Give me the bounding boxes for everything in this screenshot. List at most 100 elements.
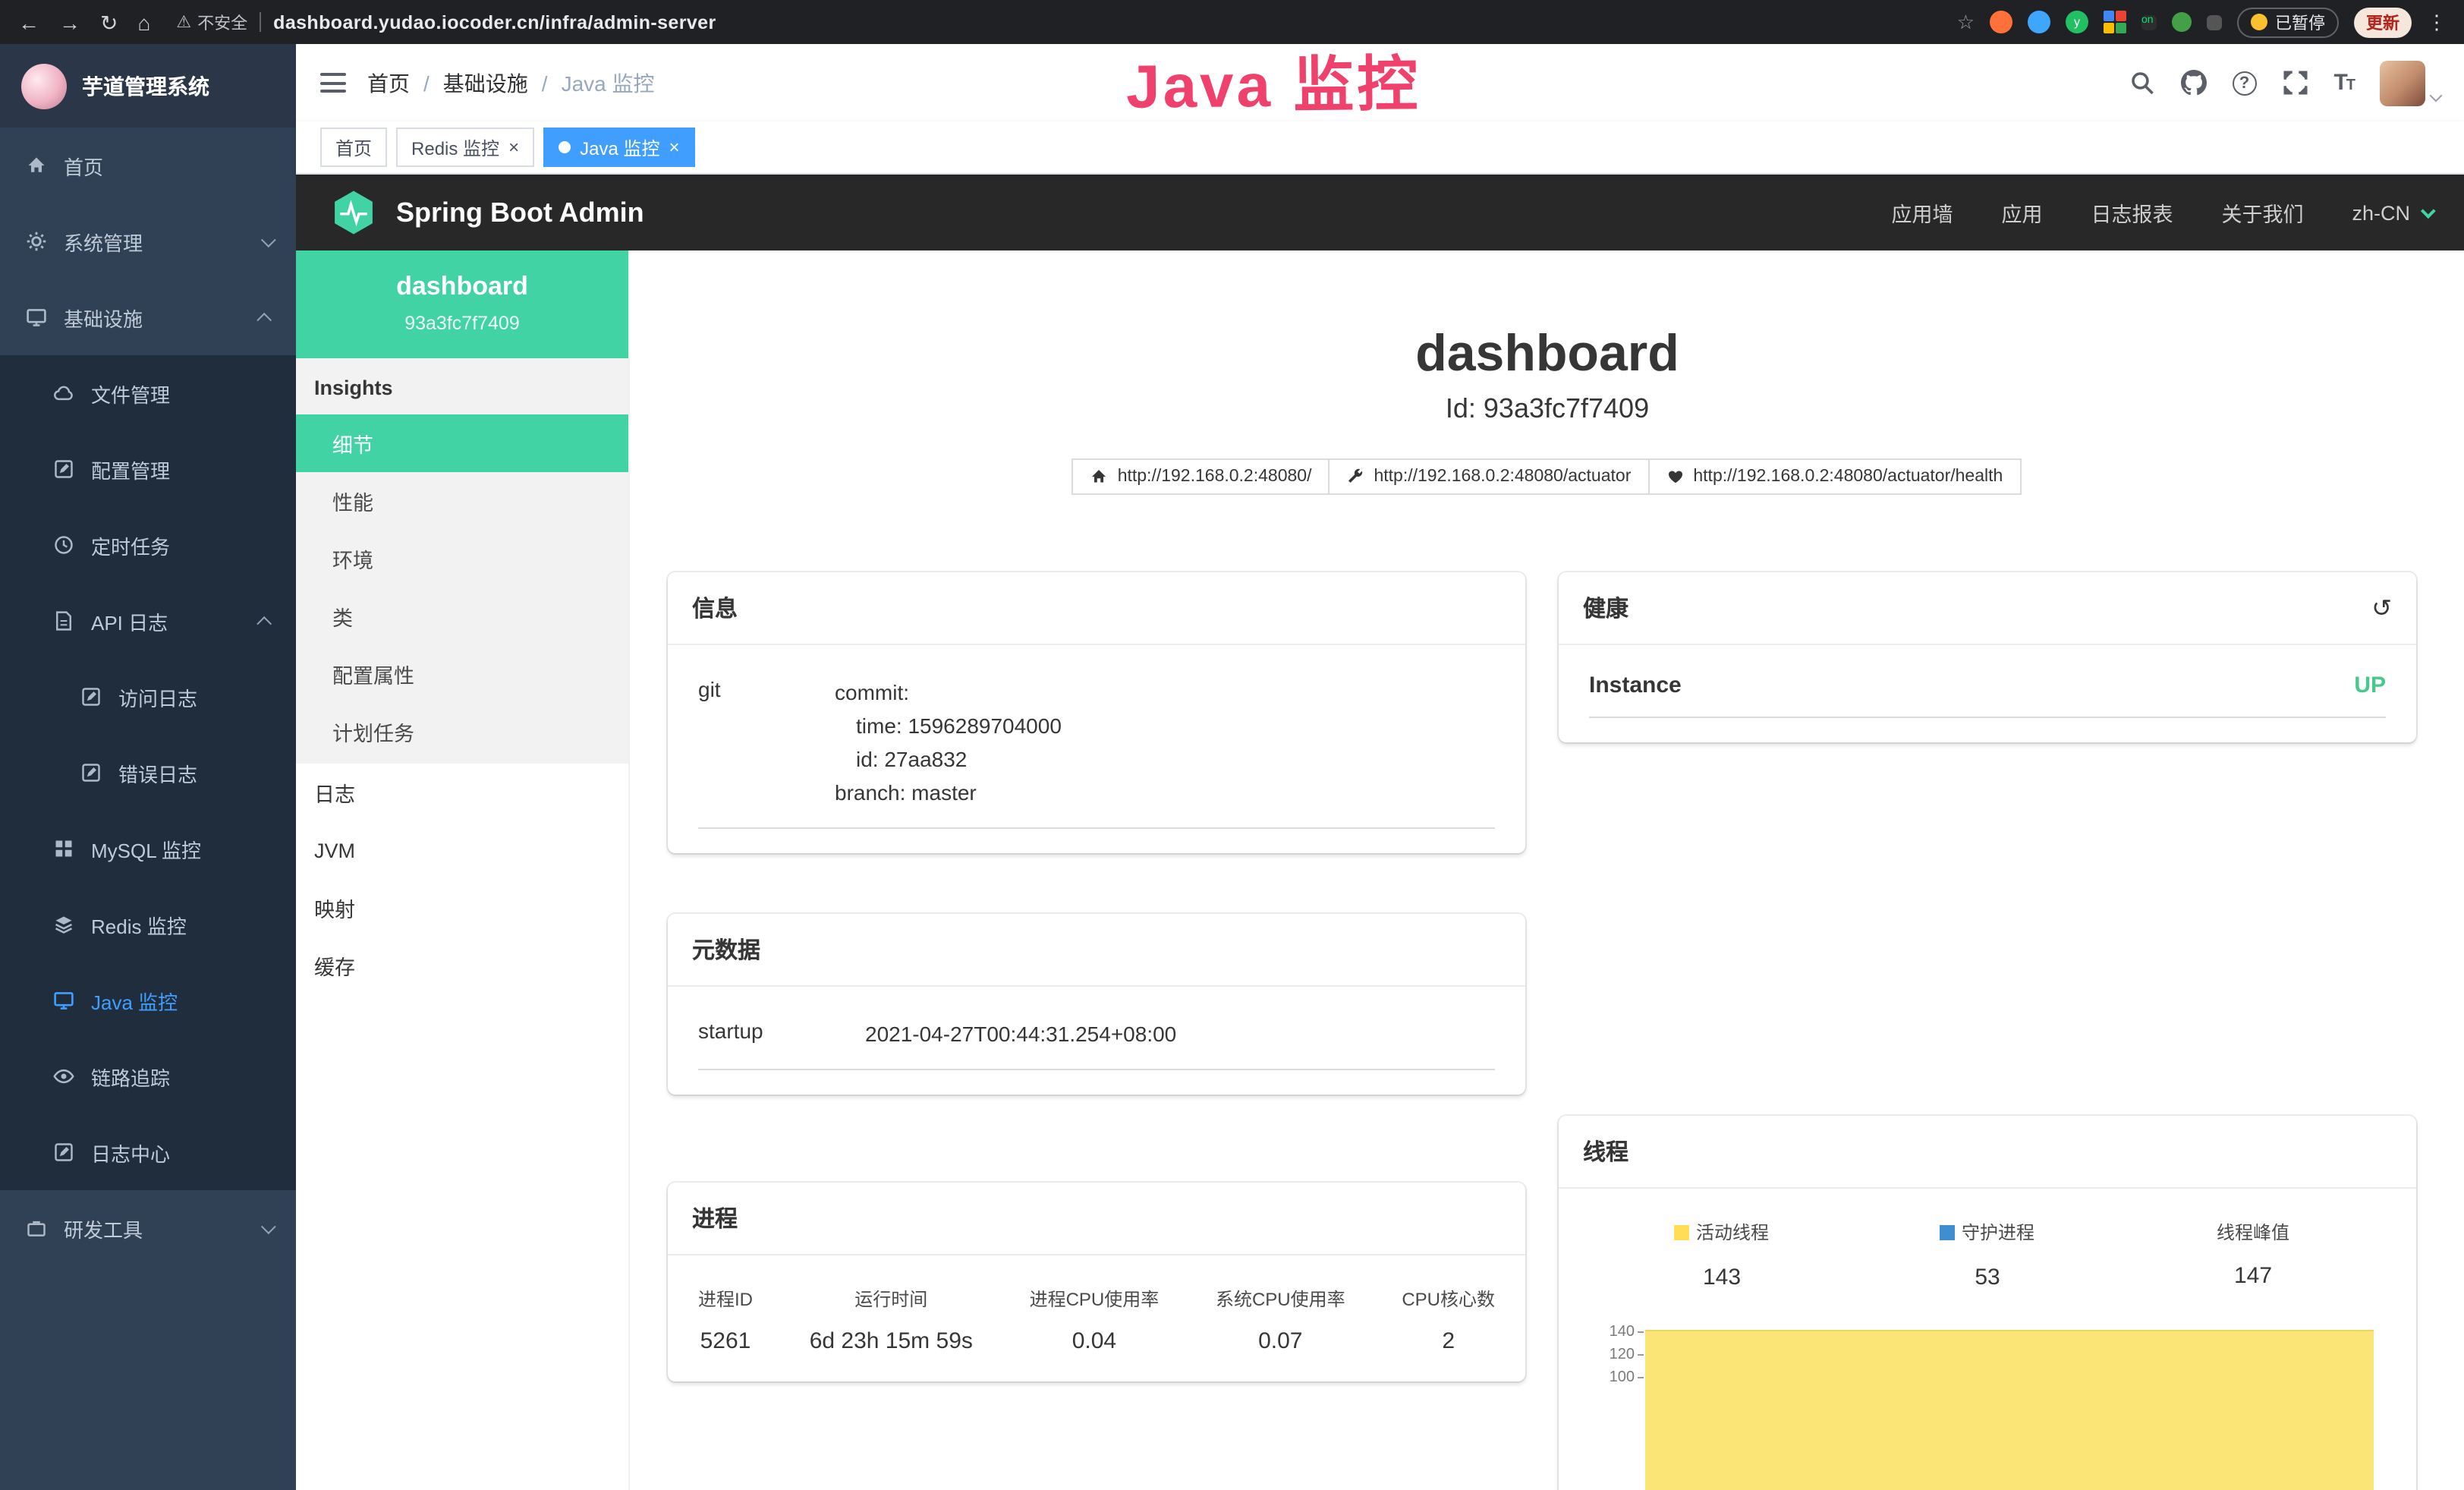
edit-icon <box>52 458 76 480</box>
history-icon[interactable]: ↺ <box>2371 593 2392 623</box>
admin-menu: 首页 系统管理 基础设施 文件管理 <box>0 128 296 1266</box>
address-bar[interactable]: ⚠ 不安全 dashboard.yudao.iocoder.cn/infra/a… <box>176 10 1937 34</box>
sidebar-item-access-log[interactable]: 访问日志 <box>0 659 296 735</box>
link-health[interactable]: http://192.168.0.2:48080/actuator/health <box>1647 458 2021 495</box>
sidebar-item-mysql[interactable]: MySQL 监控 <box>0 811 296 887</box>
close-icon[interactable]: × <box>669 138 679 156</box>
sidebar-item-dev-tools[interactable]: 研发工具 <box>0 1190 296 1266</box>
extension-icon-on-switch[interactable]: on <box>2141 14 2157 30</box>
forward-icon[interactable]: → <box>59 11 80 33</box>
font-size-icon[interactable]: TT <box>2333 70 2354 96</box>
briefcase-icon <box>24 1218 49 1239</box>
sidebar-item-job[interactable]: 定时任务 <box>0 507 296 583</box>
instance-header[interactable]: dashboard 93a3fc7f7409 <box>296 250 628 358</box>
help-icon[interactable]: ? <box>2232 71 2256 95</box>
chevron-up-icon <box>256 616 272 631</box>
sidebar-item-infra[interactable]: 基础设施 <box>0 279 296 355</box>
threads-chart: 140 120 100 <box>1589 1314 2386 1490</box>
sidebar-item-system[interactable]: 系统管理 <box>0 203 296 279</box>
topbar-tools: ? TT <box>2129 60 2440 106</box>
edit-doc-icon <box>52 1142 76 1163</box>
fullscreen-icon[interactable] <box>2282 70 2308 96</box>
stat-process-cpu: 进程CPU使用率 0.04 <box>1030 1286 1160 1354</box>
health-card: 健康 ↺ Instance UP <box>1559 572 2416 742</box>
legend-peak: 线程峰值 147 <box>2120 1219 2386 1290</box>
sidebar-item-file[interactable]: 文件管理 <box>0 355 296 431</box>
insights-item-classes[interactable]: 类 <box>296 587 628 645</box>
reload-icon[interactable]: ↻ <box>100 11 118 33</box>
url-text[interactable]: dashboard.yudao.iocoder.cn/infra/admin-s… <box>273 11 716 33</box>
extension-icon-orange[interactable] <box>1990 11 2012 33</box>
stat-system-cpu: 系统CPU使用率 0.07 <box>1216 1286 1345 1354</box>
section-logs[interactable]: 日志 <box>296 764 628 821</box>
breadcrumb-item[interactable]: 首页 <box>367 68 410 98</box>
cards-grid: 信息 git commit: time: 1596289704000 id: 2… <box>630 495 2464 1490</box>
sba-nav-journal[interactable]: 日志报表 <box>2091 197 2173 228</box>
sidebar-item-home[interactable]: 首页 <box>0 128 296 203</box>
card-body: git commit: time: 1596289704000 id: 27aa… <box>668 645 1525 853</box>
metadata-value: 2021-04-27T00:44:31.254+08:00 <box>865 1017 1176 1051</box>
chart-y-axis: 140 120 100 <box>1589 1314 1644 1490</box>
extension-icon-leaf[interactable] <box>2172 12 2192 32</box>
page-title: dashboard <box>630 323 2464 384</box>
sidebar-item-config[interactable]: 配置管理 <box>0 431 296 507</box>
sidebar-item-trace[interactable]: 链路追踪 <box>0 1038 296 1114</box>
sidebar-item-api-log[interactable]: API 日志 <box>0 583 296 659</box>
sba-nav-about[interactable]: 关于我们 <box>2221 197 2303 228</box>
page-subtitle: Id: 93a3fc7f7409 <box>630 393 2464 425</box>
threads-legend: 活动线程 143 守护进程 53 线程峰值 <box>1589 1210 2386 1290</box>
main-area: 首页 / 基础设施 / Java 监控 ? TT <box>296 44 2464 1490</box>
insights-item-scheduled[interactable]: 计划任务 <box>296 703 628 761</box>
home-icon[interactable]: ⌂ <box>137 11 150 33</box>
stat-uptime: 运行时间 6d 23h 15m 59s <box>810 1286 973 1354</box>
clock-icon <box>52 534 76 556</box>
insights-item-env[interactable]: 环境 <box>296 530 628 587</box>
insights-item-metrics[interactable]: 性能 <box>296 472 628 530</box>
sidebar-item-redis[interactable]: Redis 监控 <box>0 887 296 962</box>
sidebar-item-error-log[interactable]: 错误日志 <box>0 735 296 811</box>
breadcrumb-separator: / <box>542 71 548 95</box>
paused-badge[interactable]: 已暂停 <box>2237 7 2339 37</box>
section-mappings[interactable]: 映射 <box>296 879 628 937</box>
admin-sidebar: 芋道管理系统 首页 系统管理 基础设施 <box>0 44 296 1490</box>
sba-brand[interactable]: Spring Boot Admin <box>396 197 644 228</box>
extension-icon-blue-drop[interactable] <box>2028 11 2050 33</box>
hamburger-icon[interactable] <box>320 73 346 93</box>
close-icon[interactable]: × <box>508 138 519 156</box>
app-logo[interactable]: 芋道管理系统 <box>0 44 296 128</box>
user-menu[interactable] <box>2380 60 2440 106</box>
process-card: 进程 进程ID 5261 运行时间 <box>668 1183 1525 1381</box>
extension-icon-green-y[interactable]: y <box>2066 11 2088 33</box>
insights-item-details[interactable]: 细节 <box>296 414 628 472</box>
sba-nav-wallboard[interactable]: 应用墙 <box>1891 197 1953 228</box>
update-button[interactable]: 更新 <box>2354 7 2412 37</box>
browser-menu-icon[interactable]: ⋮ <box>2427 10 2447 34</box>
extension-icon-puzzle[interactable] <box>2207 14 2222 30</box>
tab-redis[interactable]: Redis 监控 × <box>396 128 534 167</box>
sba-nav-applications[interactable]: 应用 <box>2001 197 2042 228</box>
monitor-icon <box>24 307 49 328</box>
extension-icon-grid[interactable] <box>2104 11 2126 33</box>
link-actuator[interactable]: http://192.168.0.2:48080/actuator <box>1328 458 1649 495</box>
sidebar-item-java[interactable]: Java 监控 <box>0 962 296 1038</box>
insights-item-configprops[interactable]: 配置属性 <box>296 645 628 703</box>
tab-home[interactable]: 首页 <box>320 128 387 167</box>
link-root[interactable]: http://192.168.0.2:48080/ <box>1072 458 1330 495</box>
grid-icon <box>52 838 76 859</box>
right-column: 健康 ↺ Instance UP <box>1559 572 2416 1490</box>
back-icon[interactable]: ← <box>18 11 39 33</box>
sidebar-item-log-center[interactable]: 日志中心 <box>0 1114 296 1190</box>
section-caches[interactable]: 缓存 <box>296 937 628 994</box>
chart-area-series <box>1645 1329 2374 1490</box>
tab-java[interactable]: Java 监控 × <box>543 128 694 167</box>
security-warning[interactable]: ⚠ 不安全 <box>176 10 247 34</box>
bookmark-star-icon[interactable]: ☆ <box>1957 10 1975 34</box>
chrome-toolbar: ☆ y on 已暂停 更新 ⋮ <box>1957 7 2447 37</box>
breadcrumb-item[interactable]: 基础设施 <box>443 68 528 98</box>
locale-select[interactable]: zh-CN <box>2352 201 2431 224</box>
card-title: 健康 <box>1583 592 1629 624</box>
topbar: 首页 / 基础设施 / Java 监控 ? TT <box>296 44 2464 121</box>
section-jvm[interactable]: JVM <box>296 821 628 879</box>
search-icon[interactable] <box>2129 70 2154 96</box>
github-icon[interactable] <box>2180 70 2206 96</box>
